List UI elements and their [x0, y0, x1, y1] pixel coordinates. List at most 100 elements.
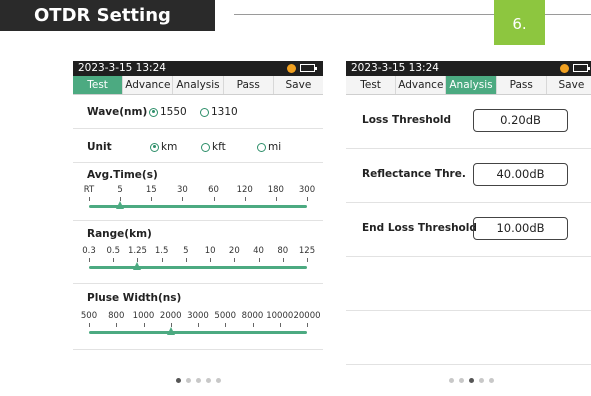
tab-test[interactable]: Test [73, 76, 124, 94]
page-dot[interactable] [458, 378, 464, 383]
tab-save[interactable]: Save [546, 76, 591, 94]
section-title: OTDR Setting [34, 5, 171, 26]
loss-threshold-input[interactable]: 0.20dB [473, 109, 568, 132]
status-datetime: 2023-3-15 13:24 [78, 62, 166, 74]
page-dot[interactable] [488, 378, 494, 383]
page-indicator [346, 373, 591, 383]
page-dot[interactable] [468, 378, 474, 383]
page-dot[interactable] [175, 378, 181, 383]
page-dot[interactable] [215, 378, 221, 383]
page-dot[interactable] [185, 378, 191, 383]
tick-mark [89, 197, 90, 201]
tab-pass[interactable]: Pass [223, 76, 274, 94]
range-label: Range(km) [87, 228, 152, 240]
tab-test[interactable]: Test [346, 76, 397, 94]
tick-mark [198, 323, 199, 327]
end-loss-threshold-input[interactable]: 10.00dB [473, 217, 568, 240]
tick-label: RT [83, 185, 95, 195]
section-title-banner: OTDR Setting [0, 0, 215, 31]
slider-track[interactable] [89, 266, 307, 269]
reflectance-threshold-input[interactable]: 40.00dB [473, 163, 568, 186]
tick-label: 10000 [266, 311, 294, 321]
tick-label: 0.5 [106, 246, 120, 256]
unit-option-km[interactable]: km [150, 140, 177, 153]
tick-label: 3000 [187, 311, 209, 321]
tick-mark [182, 197, 184, 201]
tick-mark [307, 258, 308, 262]
test-settings-screen: 2023-3-15 13:24 Test Advance Analysis Pa… [73, 61, 324, 385]
wave-row: Wave(nm) 1550 1310 [73, 95, 323, 129]
unit-option-mi[interactable]: mi [257, 140, 281, 153]
tick-mark [151, 197, 153, 201]
unit-label: Unit [87, 141, 112, 153]
empty-row [346, 257, 591, 311]
slider-thumb-icon[interactable] [133, 262, 142, 270]
tick-label: 1000 [132, 311, 155, 321]
status-bar: 2023-3-15 13:24 [73, 61, 323, 76]
slider-track[interactable] [89, 331, 307, 334]
tab-advance[interactable]: Advance [396, 76, 447, 94]
status-bar: 2023-3-15 13:24 [346, 61, 591, 76]
end-loss-threshold-row: End Loss Threshold 10.00dB [346, 203, 591, 257]
tick-label: 300 [298, 185, 316, 195]
status-datetime: 2023-3-15 13:24 [351, 62, 439, 74]
tick-mark [307, 323, 308, 327]
range-row: Range(km) 0.3 0.5 1.25 1.5 5 10 20 40 80 125 [73, 221, 323, 284]
tab-advance[interactable]: Advance [123, 76, 174, 94]
tab-analysis[interactable]: Analysis [173, 76, 224, 94]
tick-mark [275, 197, 277, 201]
avg-time-slider[interactable]: RT 5 15 30 60 120 180 300 [73, 185, 323, 209]
page-number: 6. [512, 15, 527, 33]
tab-analysis[interactable]: Analysis [446, 76, 497, 94]
radio-unselected-icon [201, 142, 210, 152]
unit-option-kft[interactable]: kft [201, 140, 226, 153]
page-dot[interactable] [478, 378, 484, 383]
tick-mark [244, 197, 246, 201]
slider-thumb-icon[interactable] [116, 201, 125, 209]
wave-label: Wave(nm) [87, 106, 148, 118]
pulse-width-slider[interactable]: 500 800 1000 2000 3000 5000 8000 10000 20000 [73, 311, 323, 335]
slider-thumb-icon[interactable] [166, 327, 175, 335]
tick-label: 1.25 [127, 246, 147, 256]
unit-row: Unit km kft mi [73, 129, 323, 163]
tab-save[interactable]: Save [273, 76, 324, 94]
radio-unselected-icon [200, 107, 209, 117]
tick-label: 0.3 [82, 246, 96, 256]
tick-label: 2000 [159, 311, 182, 321]
tick-mark [225, 323, 227, 327]
page-dot[interactable] [448, 378, 454, 383]
tab-bar: Test Advance Analysis Pass Save [73, 76, 324, 95]
tick-label: 20000 [293, 311, 321, 321]
tick-label: 5 [117, 185, 123, 195]
pulse-width-label: Pluse Width(ns) [87, 292, 182, 304]
charging-icon [560, 64, 569, 73]
tick-label: 10 [204, 246, 216, 256]
page-dot[interactable] [205, 378, 211, 383]
tick-mark [210, 258, 212, 262]
end-loss-threshold-label: End Loss Threshold [362, 222, 477, 234]
tick-mark [258, 258, 260, 262]
page-dot[interactable] [195, 378, 201, 383]
page-number-badge: 6. [494, 0, 545, 45]
wave-option-1550[interactable]: 1550 [149, 105, 187, 118]
empty-row [346, 311, 591, 365]
tick-label: 180 [267, 185, 284, 195]
loss-threshold-row: Loss Threshold 0.20dB [346, 95, 591, 149]
page-indicator [73, 373, 323, 383]
tick-label: 125 [298, 246, 316, 256]
tick-mark [116, 323, 118, 327]
range-slider[interactable]: 0.3 0.5 1.25 1.5 5 10 20 40 80 125 [73, 246, 323, 270]
radio-selected-icon [149, 107, 158, 117]
tick-label: 80 [277, 246, 289, 256]
tab-pass[interactable]: Pass [496, 76, 547, 94]
tick-label: 1.5 [154, 246, 169, 256]
wave-option-1310[interactable]: 1310 [200, 105, 238, 118]
reflectance-threshold-label: Reflectance Thre. [362, 168, 466, 180]
radio-selected-icon [150, 142, 159, 152]
tick-mark [161, 258, 163, 262]
avg-time-row: Avg.Time(s) RT 5 15 30 60 120 180 300 [73, 163, 323, 221]
charging-icon [287, 64, 296, 73]
radio-unselected-icon [257, 142, 266, 152]
loss-threshold-label: Loss Threshold [362, 114, 452, 126]
tick-label: 20 [228, 246, 240, 256]
